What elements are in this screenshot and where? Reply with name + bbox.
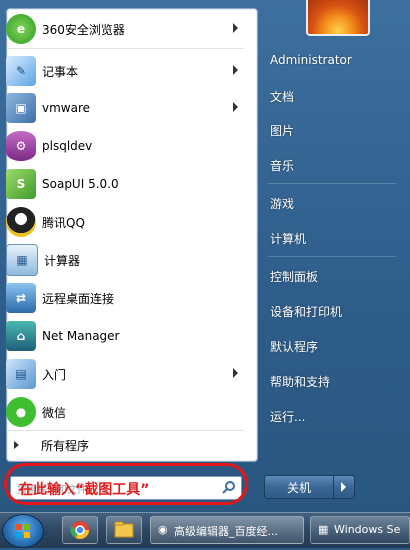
program-label: vmware	[42, 101, 91, 115]
right-item-default-programs[interactable]: 默认程序	[262, 332, 402, 360]
program-label: 微信	[42, 405, 67, 420]
soapui-icon: S	[6, 169, 36, 199]
right-item-control-panel[interactable]: 控制面板	[262, 262, 402, 290]
browser-icon: ◉	[158, 523, 168, 536]
plsqldev-icon: ⚙	[6, 131, 36, 161]
program-item-360-browser[interactable]: e 360安全浏览器	[6, 12, 246, 46]
annotation-highlight-oval	[4, 463, 248, 505]
divider	[268, 256, 396, 257]
program-item-qq[interactable]: 腾讯QQ	[6, 205, 246, 239]
right-item-games[interactable]: 游戏	[262, 189, 402, 217]
taskbar-explorer-button[interactable]	[106, 516, 142, 544]
program-item-getting-started[interactable]: ▤ 入门	[6, 357, 246, 391]
chevron-right-icon	[233, 65, 238, 75]
360-browser-icon: e	[6, 14, 36, 44]
taskbar-item-windows-label: Windows Se	[334, 523, 401, 536]
program-label: plsqldev	[42, 139, 93, 153]
chrome-icon	[70, 521, 89, 540]
shutdown-label: 关机	[286, 480, 311, 495]
vmware-icon: ▣	[6, 93, 36, 123]
right-item-run[interactable]: 运行...	[262, 402, 402, 430]
taskbar-chrome-button[interactable]	[62, 516, 98, 544]
wechat-icon: ●	[6, 397, 36, 427]
right-item-help-support[interactable]: 帮助和支持	[262, 367, 402, 395]
chevron-right-icon	[233, 23, 238, 33]
program-item-soapui[interactable]: S SoapUI 5.0.0	[6, 167, 246, 201]
program-label: 计算器	[44, 253, 81, 268]
shutdown-button[interactable]: 关机	[264, 475, 334, 499]
program-item-notepad[interactable]: ✎ 记事本	[6, 54, 246, 88]
shutdown-options-button[interactable]	[333, 475, 355, 499]
getting-started-icon: ▤	[6, 359, 36, 389]
remote-desktop-icon: ⇄	[6, 283, 36, 313]
program-item-plsqldev[interactable]: ⚙ plsqldev	[6, 129, 246, 163]
folder-icon	[114, 521, 134, 538]
program-item-net-manager[interactable]: ⌂ Net Manager	[6, 319, 246, 353]
program-label: 入门	[42, 367, 67, 382]
program-label: 远程桌面连接	[42, 291, 115, 306]
program-label: 腾讯QQ	[42, 215, 85, 230]
taskbar-item-editor-label: 高级编辑器_百度经...	[174, 525, 278, 538]
right-item-administrator[interactable]: Administrator	[262, 46, 402, 74]
start-button[interactable]	[2, 514, 44, 548]
program-item-remote-desktop[interactable]: ⇄ 远程桌面连接	[6, 281, 246, 315]
windows-icon: ▦	[318, 523, 329, 536]
user-avatar[interactable]	[306, 0, 370, 36]
program-item-wechat[interactable]: ● 微信	[6, 395, 246, 429]
triangle-right-icon	[14, 441, 19, 449]
right-item-pictures[interactable]: 图片	[262, 116, 402, 144]
notepad-icon: ✎	[6, 56, 36, 86]
program-label: SoapUI 5.0.0	[42, 177, 119, 191]
program-item-calculator[interactable]: ▦ 计算器	[6, 243, 246, 277]
program-label: 记事本	[42, 64, 79, 79]
qq-icon	[6, 207, 36, 237]
right-item-computer[interactable]: 计算机	[262, 224, 402, 252]
program-item-vmware[interactable]: ▣ vmware	[6, 91, 246, 125]
windows-logo-icon	[16, 524, 30, 538]
chevron-right-icon	[233, 368, 238, 378]
divider	[8, 430, 244, 431]
divider	[8, 48, 244, 49]
right-item-devices-printers[interactable]: 设备和打印机	[262, 297, 402, 325]
program-label: Net Manager	[42, 329, 120, 343]
program-label: 360安全浏览器	[42, 22, 125, 37]
all-programs-button[interactable]: 所有程序	[8, 432, 244, 458]
net-manager-icon: ⌂	[6, 321, 36, 351]
calculator-icon: ▦	[6, 244, 38, 276]
all-programs-label: 所有程序	[41, 438, 90, 453]
chevron-right-icon	[233, 102, 238, 112]
right-item-documents[interactable]: 文档	[262, 82, 402, 110]
divider	[268, 183, 396, 184]
right-item-music[interactable]: 音乐	[262, 151, 402, 179]
